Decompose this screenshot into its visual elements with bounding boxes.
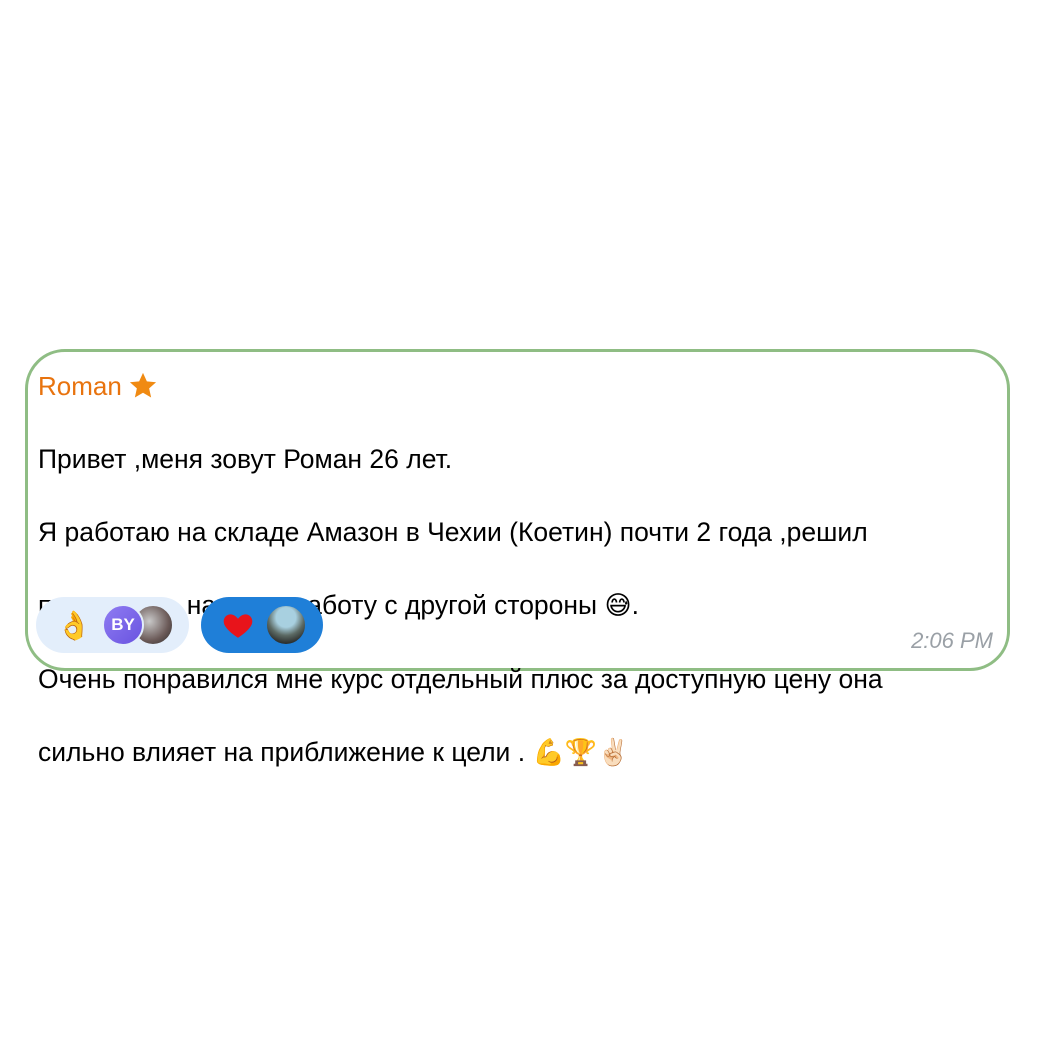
message-line: Очень понравился мне курс отдельный плюс…: [38, 663, 883, 694]
emoji-group: 💪🏆✌🏻: [532, 737, 630, 768]
sender-row: Roman: [38, 366, 159, 406]
reactions-row: 👌 BY: [36, 597, 323, 653]
message-time: 2:06 PM: [911, 628, 993, 653]
reaction-avatars: [265, 604, 307, 646]
heart-icon: [223, 614, 253, 638]
reaction-heart[interactable]: [201, 597, 323, 653]
star-icon: [129, 372, 156, 398]
message-line: сильно влияет на приближение к цели . 💪🏆…: [38, 734, 998, 772]
message-line-end: .: [631, 589, 639, 620]
sender-name[interactable]: Roman: [38, 371, 122, 401]
reaction-avatars: BY: [102, 604, 174, 646]
reaction-ok-hand[interactable]: 👌 BY: [36, 597, 189, 653]
avatar[interactable]: [265, 604, 307, 646]
avatar[interactable]: BY: [102, 604, 144, 646]
message-line-text: сильно влияет на приближение к цели .: [38, 736, 533, 767]
avatar-initials: BY: [111, 615, 135, 634]
message-line: Я работаю на складе Амазон в Чехии (Коет…: [38, 516, 868, 547]
message-line: Привет ,меня зовут Роман 26 лет.: [38, 443, 453, 474]
sweat-smile-emoji: 😅: [604, 590, 632, 621]
ok-hand-icon: 👌: [56, 608, 92, 642]
message-bubble[interactable]: Roman Привет ,меня зовут Роман 26 лет. Я…: [25, 349, 1010, 768]
